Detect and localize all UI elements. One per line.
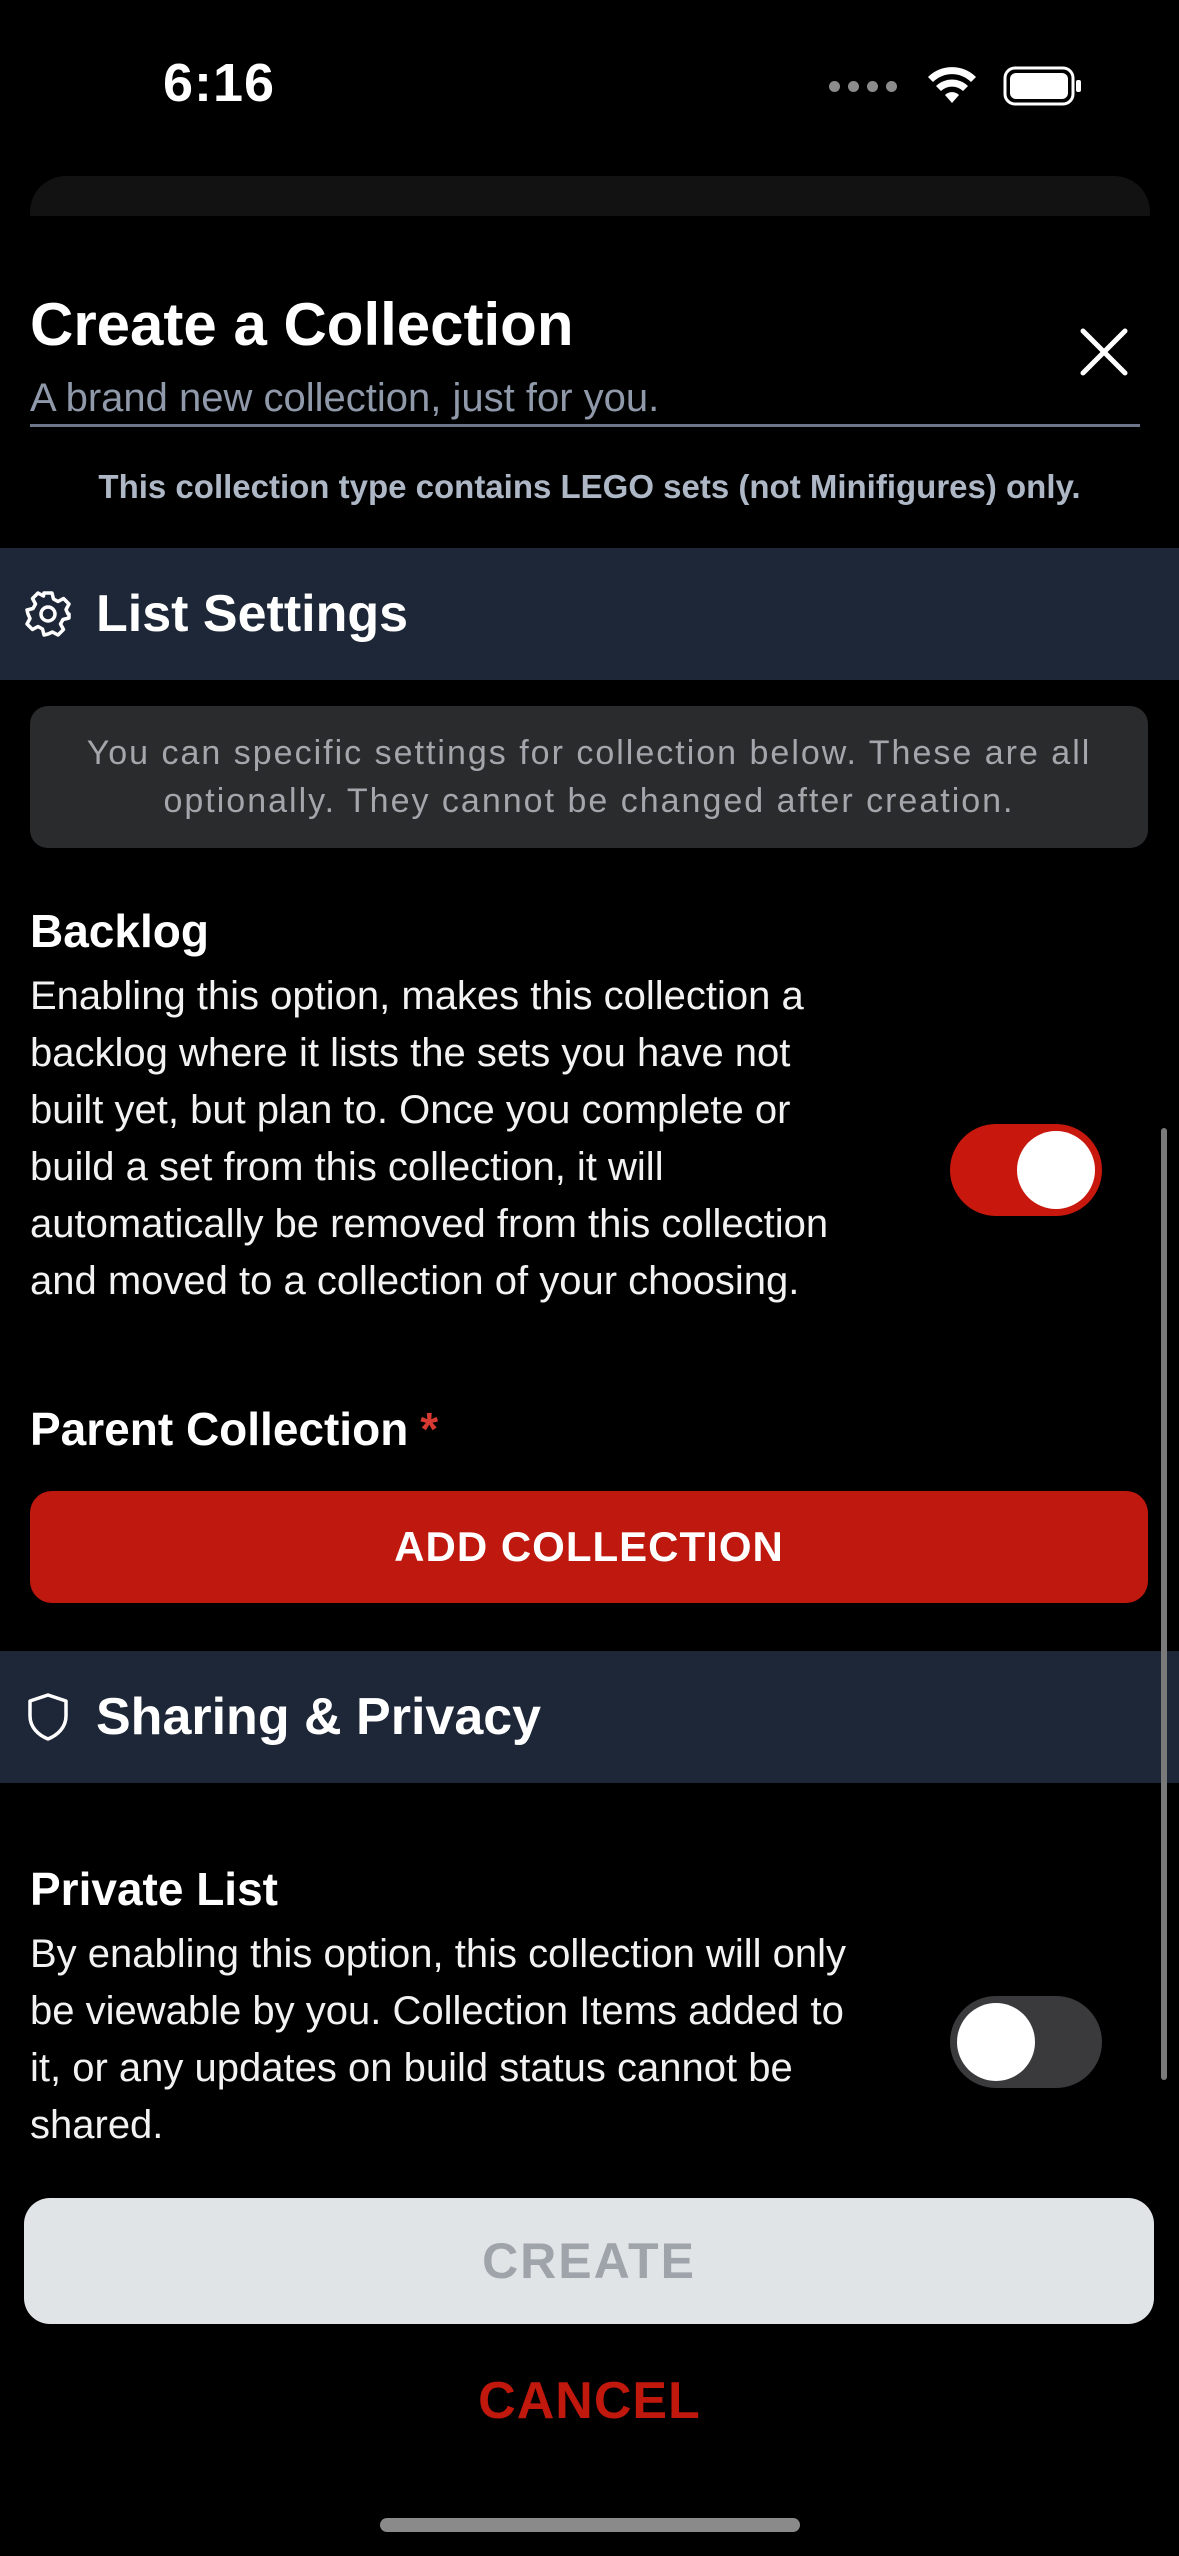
required-marker: * bbox=[420, 1403, 439, 1455]
sharing-privacy-title: Sharing & Privacy bbox=[96, 1688, 542, 1746]
private-list-toggle[interactable] bbox=[950, 1996, 1102, 2088]
signal-dots-icon bbox=[829, 80, 897, 92]
settings-info-text: You can specific settings for collection… bbox=[86, 734, 1092, 820]
shield-icon bbox=[22, 1691, 74, 1743]
modal-title: Create a Collection bbox=[30, 291, 574, 358]
toggle-knob bbox=[957, 2003, 1035, 2081]
sharing-privacy-header: Sharing & Privacy bbox=[0, 1651, 1179, 1783]
scrollbar[interactable] bbox=[1161, 1128, 1167, 2080]
backlog-toggle[interactable] bbox=[950, 1124, 1102, 1216]
collection-type-note: This collection type contains LEGO sets … bbox=[98, 468, 1081, 505]
settings-info-box: You can specific settings for collection… bbox=[30, 706, 1148, 848]
add-collection-button[interactable]: ADD COLLECTION bbox=[30, 1491, 1148, 1603]
list-settings-header: List Settings bbox=[0, 548, 1179, 680]
battery-icon bbox=[1003, 66, 1081, 106]
backlog-description: Enabling this option, makes this collect… bbox=[30, 974, 829, 1303]
gear-icon bbox=[22, 588, 74, 640]
wifi-icon bbox=[928, 67, 976, 103]
status-indicators bbox=[829, 66, 1083, 106]
private-list-title: Private List bbox=[30, 1863, 278, 1915]
toggle-knob bbox=[1017, 1131, 1095, 1209]
status-time: 6:16 bbox=[163, 53, 276, 113]
create-button[interactable]: CREATE bbox=[24, 2198, 1154, 2324]
home-indicator bbox=[380, 2518, 800, 2532]
cancel-button[interactable]: CANCEL bbox=[0, 2368, 1179, 2434]
parent-collection-label: Parent Collection * bbox=[30, 1403, 439, 1455]
backlog-title: Backlog bbox=[30, 905, 209, 957]
list-settings-title: List Settings bbox=[96, 585, 409, 643]
background-sheet-edge bbox=[30, 176, 1150, 216]
private-list-description: By enabling this option, this collection… bbox=[30, 1932, 846, 2147]
collection-description-input[interactable] bbox=[30, 372, 1140, 427]
